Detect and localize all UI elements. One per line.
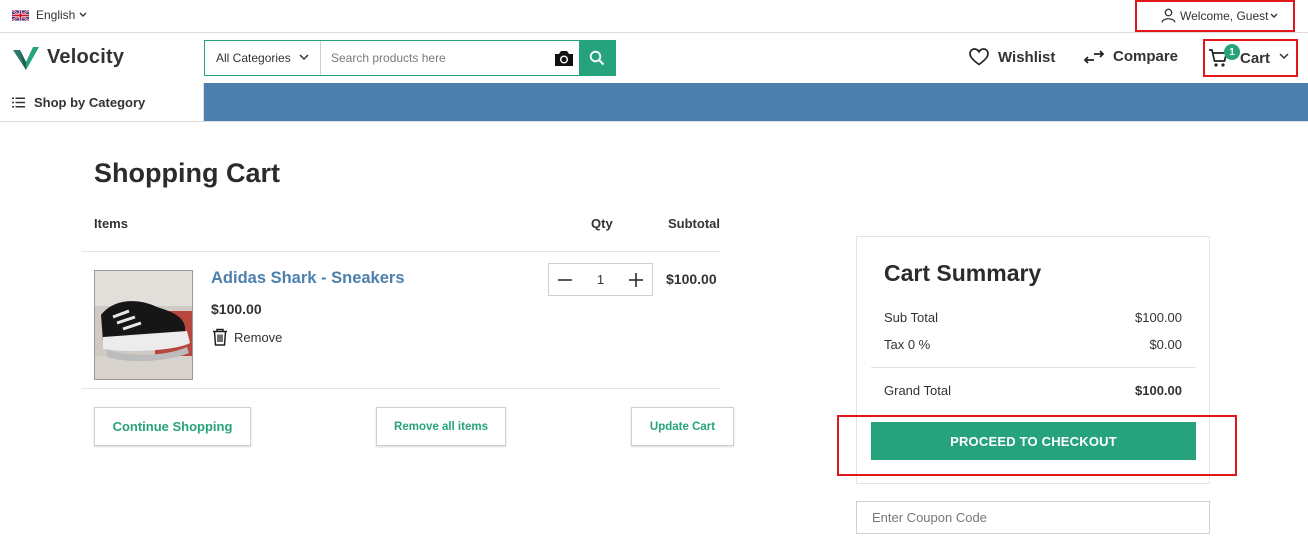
- uk-flag-icon: [12, 9, 29, 21]
- shop-by-category-label: Shop by Category: [34, 94, 146, 110]
- wishlist-label: Wishlist: [998, 48, 1056, 66]
- sub-total-value: $100.00: [1135, 310, 1182, 325]
- sub-total-label: Sub Total: [884, 310, 938, 325]
- quantity-value[interactable]: 1: [597, 272, 604, 287]
- highlight-box-checkout: [837, 415, 1237, 476]
- compare-icon: [1084, 49, 1104, 64]
- minus-icon[interactable]: [557, 272, 573, 288]
- product-price: $100.00: [211, 301, 262, 317]
- compare-label: Compare: [1113, 48, 1179, 65]
- continue-shopping-button[interactable]: Continue Shopping: [94, 407, 251, 446]
- column-header-items: Items: [94, 216, 128, 231]
- divider: [871, 367, 1196, 368]
- remove-item-button[interactable]: Remove: [211, 328, 282, 346]
- column-header-qty: Qty: [591, 216, 613, 231]
- remove-label: Remove: [234, 329, 283, 345]
- list-icon: [12, 97, 25, 107]
- compare-link[interactable]: Compare: [1084, 48, 1178, 65]
- coupon-code-input[interactable]: [856, 501, 1210, 534]
- trash-icon: [213, 328, 227, 346]
- language-selector[interactable]: English: [12, 8, 88, 22]
- velocity-logo-icon: [13, 47, 39, 70]
- search-bar: All Categories: [204, 40, 616, 76]
- brand-logo[interactable]: Velocity: [12, 43, 124, 71]
- top-bar: English Welcome, Guest: [0, 0, 1308, 33]
- chevron-down-icon: [299, 54, 309, 61]
- brand-name: Velocity: [47, 45, 125, 68]
- image-search-button[interactable]: [549, 41, 579, 75]
- language-label: English: [36, 8, 76, 22]
- category-select[interactable]: All Categories: [205, 41, 321, 75]
- category-bar: Shop by Category: [0, 83, 1308, 122]
- search-button[interactable]: [579, 41, 615, 75]
- tax-label: Tax 0 %: [884, 337, 931, 352]
- search-icon: [589, 50, 605, 66]
- grand-total-value: $100.00: [1135, 383, 1182, 398]
- cart-summary-title: Cart Summary: [884, 260, 1042, 286]
- product-name-link[interactable]: Adidas Shark - Sneakers: [211, 269, 405, 288]
- highlight-box-account: [1135, 0, 1295, 32]
- heart-icon: [969, 48, 989, 66]
- column-header-subtotal: Subtotal: [668, 216, 720, 231]
- wishlist-link[interactable]: Wishlist: [969, 48, 1055, 66]
- update-cart-button[interactable]: Update Cart: [631, 407, 734, 446]
- shop-by-category-menu[interactable]: Shop by Category: [0, 83, 204, 121]
- item-subtotal: $100.00: [666, 271, 717, 287]
- chevron-down-icon: [79, 12, 87, 17]
- product-image[interactable]: [94, 270, 193, 380]
- sneaker-image: [95, 271, 192, 379]
- category-select-label: All Categories: [216, 51, 291, 65]
- tax-value: $0.00: [1149, 337, 1182, 352]
- category-nav-strip: [204, 83, 1308, 121]
- divider: [81, 251, 720, 252]
- plus-icon[interactable]: [628, 272, 644, 288]
- divider: [81, 388, 720, 389]
- remove-all-items-button[interactable]: Remove all items: [376, 407, 506, 446]
- highlight-box-cart: [1203, 39, 1298, 77]
- search-input[interactable]: [321, 41, 549, 75]
- camera-icon: [555, 50, 573, 66]
- main-header: Velocity All Categories Wishlist Compare…: [0, 33, 1308, 83]
- page-title: Shopping Cart: [94, 158, 280, 188]
- grand-total-label: Grand Total: [884, 383, 951, 398]
- quantity-stepper: 1: [548, 263, 653, 296]
